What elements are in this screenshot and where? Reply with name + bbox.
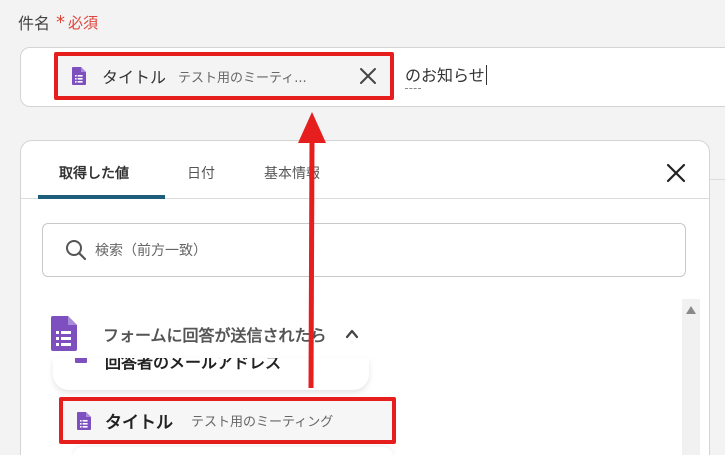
google-forms-icon bbox=[51, 316, 77, 351]
tab-date[interactable]: 日付 bbox=[187, 163, 215, 183]
subject-field-label: 件名 * 必須 bbox=[18, 10, 98, 34]
google-forms-icon bbox=[77, 411, 91, 430]
scroll-up-arrow-icon[interactable] bbox=[686, 306, 696, 314]
google-forms-icon bbox=[75, 358, 87, 363]
required-label: 必須 bbox=[68, 13, 99, 32]
variable-picker-panel: 取得した値 日付 基本情報 検索（前方一致） フォームに回答が送信されたら 回答… bbox=[20, 140, 710, 455]
section-header-form-trigger[interactable]: フォームに回答が送信されたら bbox=[51, 316, 359, 351]
list-item[interactable]: 回答者のメールアドレス bbox=[53, 358, 369, 390]
list-item-title[interactable]: タイトル テスト用のミーティング bbox=[59, 397, 396, 444]
search-placeholder: 検索（前方一致） bbox=[95, 243, 207, 259]
active-tab-indicator bbox=[38, 195, 165, 199]
list-item-value: テスト用のミーティング bbox=[191, 415, 334, 430]
tab-basic-info[interactable]: 基本情報 bbox=[264, 163, 320, 183]
text-caret bbox=[485, 65, 487, 85]
required-badge: * 必須 bbox=[56, 12, 98, 33]
tab-acquired-values[interactable]: 取得した値 bbox=[59, 163, 129, 183]
subject-text-after: お知らせ bbox=[421, 66, 485, 85]
subject-text-before: の bbox=[405, 66, 422, 89]
chip-value: テスト用のミーティ... bbox=[178, 70, 307, 86]
title-variable-chip[interactable]: タイトル テスト用のミーティ... bbox=[54, 52, 394, 100]
list-item-label: タイトル bbox=[105, 413, 173, 433]
chip-label: タイトル bbox=[102, 68, 167, 87]
close-icon[interactable] bbox=[358, 66, 378, 86]
close-icon[interactable] bbox=[664, 161, 688, 185]
chevron-up-icon[interactable] bbox=[345, 327, 359, 341]
tab-bar: 取得した値 日付 基本情報 bbox=[21, 141, 709, 199]
scrollbar[interactable] bbox=[682, 299, 700, 455]
search-input[interactable]: 検索（前方一致） bbox=[42, 223, 686, 277]
subject-text[interactable]: のお知らせ bbox=[405, 62, 487, 89]
required-mark: * bbox=[56, 11, 66, 33]
field-label-text: 件名 bbox=[18, 14, 51, 33]
search-icon bbox=[66, 240, 87, 261]
list-item-shadow bbox=[73, 447, 393, 455]
list-item-label: 回答者のメールアドレス bbox=[105, 358, 282, 372]
google-forms-icon bbox=[72, 67, 86, 85]
section-label: フォームに回答が送信されたら bbox=[103, 325, 327, 345]
